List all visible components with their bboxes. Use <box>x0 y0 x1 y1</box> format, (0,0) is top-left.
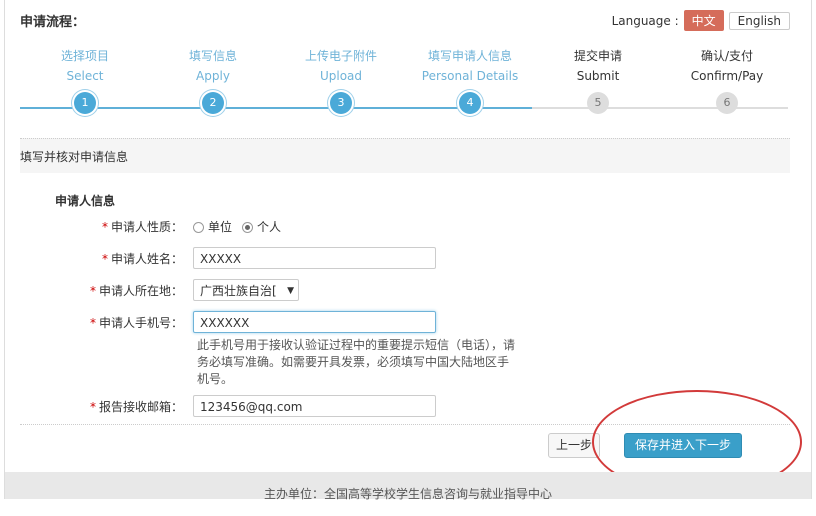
email-label: * 报告接收邮箱： <box>0 398 183 415</box>
label-text: 申请人姓名： <box>110 251 183 266</box>
required-mark: * <box>89 315 96 330</box>
language-label: Language : <box>611 13 679 28</box>
applicant-type-row: * 申请人性质： 单位 个人 <box>0 218 281 235</box>
email-row: * 报告接收邮箱： 123456@qq.com <box>0 395 436 417</box>
step-confirm-pay: 确认/支付 Confirm/Pay 6 <box>657 46 797 114</box>
label-text: 申请人手机号： <box>98 315 183 330</box>
radio-label-organization: 单位 <box>208 220 233 234</box>
region-select-value: 广西壮族自治[ <box>200 284 277 298</box>
step-en: Apply <box>196 69 230 83</box>
step-number: 4 <box>459 92 481 114</box>
step-select: 选择项目 Select 1 <box>15 46 155 114</box>
step-cn: 上传电子附件 <box>304 49 377 63</box>
applicant-info-heading: 申请人信息 <box>55 194 116 208</box>
progress-steps: 选择项目 Select 1 填写信息 Apply 2 上传电子附件 Upload 3 填写申… <box>20 46 788 126</box>
step-apply: 填写信息 Apply 2 <box>143 46 283 114</box>
step-personal-details: 填写申请人信息 Personal Details 4 <box>400 46 540 114</box>
step-en: Personal Details <box>421 69 519 83</box>
step-cn: 填写申请人信息 <box>427 49 512 63</box>
applicant-name-row: * 申请人姓名： XXXXX <box>0 247 436 269</box>
applicant-name-label: * 申请人姓名： <box>0 250 183 267</box>
step-cn: 填写信息 <box>188 49 237 63</box>
label-text: 申请人性质： <box>110 220 183 234</box>
step-number: 1 <box>74 92 96 114</box>
email-input[interactable]: 123456@qq.com <box>193 395 436 417</box>
phone-hint: 此手机号用于接收认验证过程中的重要提示短信（电话），请务必填写准确。如需要开具发… <box>197 338 516 386</box>
step-en: Confirm/Pay <box>690 69 764 83</box>
applicant-phone-row: * 申请人手机号： XXXXXX <box>0 311 436 333</box>
applicant-phone-label: * 申请人手机号： <box>0 314 183 331</box>
label-text: 报告接收邮箱： <box>98 399 183 414</box>
step-number: 2 <box>202 92 224 114</box>
step-number: 6 <box>716 92 738 114</box>
step-cn: 选择项目 <box>60 49 109 63</box>
step-en: Submit <box>576 69 620 83</box>
radio-label-individual: 个人 <box>257 220 282 234</box>
required-mark: * <box>101 220 108 234</box>
step-en: Select <box>66 69 104 83</box>
section-title: 填写并核对申请信息 <box>20 150 129 164</box>
chevron-down-icon: ▼ <box>287 286 294 296</box>
applicant-type-label: * 申请人性质： <box>0 218 183 235</box>
lang-zh-button[interactable]: 中文 <box>683 10 724 31</box>
section-header: 填写并核对申请信息 <box>20 138 790 173</box>
label-text: 申请人所在地： <box>98 283 183 298</box>
radio-individual[interactable] <box>242 222 254 233</box>
step-number: 5 <box>587 92 609 114</box>
applicant-name-input[interactable]: XXXXX <box>193 247 436 269</box>
radio-organization[interactable] <box>193 222 204 233</box>
applicant-region-row: * 申请人所在地： 广西壮族自治[ ▼ <box>0 279 299 301</box>
language-switcher: Language : 中文 English <box>612 10 790 31</box>
lang-en-button[interactable]: English <box>728 11 790 30</box>
step-number: 3 <box>330 92 352 114</box>
step-upload: 上传电子附件 Upload 3 <box>271 46 411 114</box>
step-cn: 确认/支付 <box>700 49 754 63</box>
footer: 主办单位：全国高等学校学生信息咨询与就业指导中心 <box>5 472 811 501</box>
required-mark: * <box>89 399 96 414</box>
applicant-region-label: * 申请人所在地： <box>0 282 183 299</box>
required-mark: * <box>101 251 108 266</box>
step-en: Upload <box>319 69 363 83</box>
required-mark: * <box>89 283 96 298</box>
region-select[interactable]: 广西壮族自治[ ▼ <box>193 279 299 301</box>
step-submit: 提交申请 Submit 5 <box>528 46 668 114</box>
step-cn: 提交申请 <box>573 49 622 63</box>
applicant-phone-input[interactable]: XXXXXX <box>193 311 436 333</box>
page-title: 申请流程： <box>20 15 86 30</box>
